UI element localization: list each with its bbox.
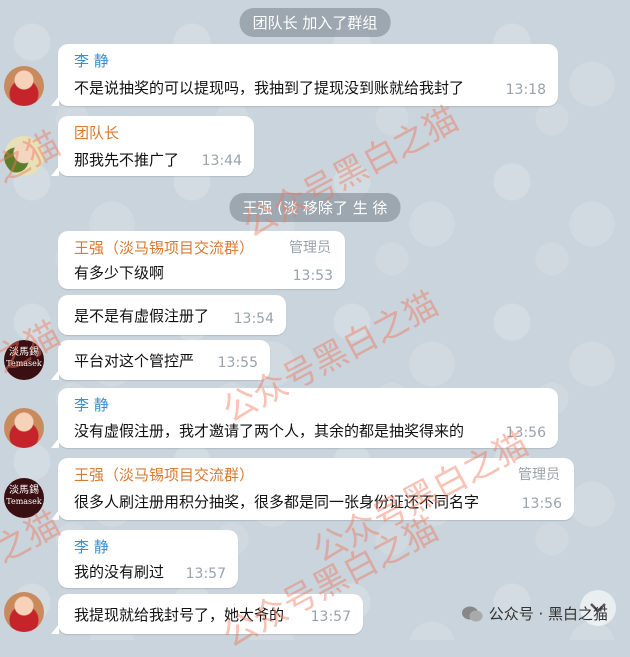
system-message: 团队长 加入了群组 [239,8,391,37]
message-text: 很多人刷注册用积分抽奖，很多都是同一张身份证还不同名字 [74,493,480,511]
avatar-text: Temasek [6,359,42,368]
avatar[interactable]: 淡馬錫 Temasek [4,340,44,380]
message-text: 我提现就给我封号了，她大爷的 [74,606,285,624]
message-time: 13:57 [310,609,351,625]
bubble-tail [51,510,59,520]
sender-name[interactable]: 王强（淡马锡项目交流群） [74,237,254,258]
avatar[interactable] [4,136,44,176]
message-time: 13:56 [505,425,546,441]
sender-name[interactable]: 团队长 [74,122,119,143]
sender-name[interactable]: 李 静 [74,536,109,557]
message-bubble[interactable]: 我提现就给我封号了，她大爷的 13:57 [51,594,363,634]
avatar[interactable] [4,66,44,106]
avatar-text: Temasek [6,497,42,506]
message-text: 是不是有虚假注册了 [74,307,210,325]
sender-name[interactable]: 李 静 [74,50,109,71]
message-bubble[interactable]: 团队长 那我先不推广了 13:44 [51,116,254,176]
message-time: 13:57 [185,566,226,582]
message-text: 那我先不推广了 [74,151,180,169]
message-time: 13:56 [521,496,562,512]
message-bubble[interactable]: 李 静 不是说抽奖的可以提现吗，我抽到了提现没到账就给我封了 13:18 [51,44,558,106]
message-time: 13:53 [292,268,333,284]
message-text: 平台对这个管控严 [74,352,195,370]
message-bubble[interactable]: 王强（淡马锡项目交流群） 管理员 有多少下级啊 13:53 [58,231,345,289]
message-bubble[interactable]: 是不是有虚假注册了 13:54 [58,295,286,335]
wechat-icon [461,606,483,621]
admin-badge: 管理员 [518,467,560,483]
bubble-tail [51,438,59,448]
bubble-tail [51,624,59,634]
sender-name[interactable]: 李 静 [74,394,109,415]
message-bubble[interactable]: 平台对这个管控严 13:55 [51,340,270,380]
message-time: 13:44 [201,153,242,169]
system-message: 王强 (淡 移除了 生 徐 [229,193,401,222]
message-bubble[interactable]: 王强（淡马锡项目交流群） 管理员 很多人刷注册用积分抽奖，很多都是同一张身份证还… [51,458,574,520]
sender-name[interactable]: 王强（淡马锡项目交流群） [74,464,254,485]
message-text: 不是说抽奖的可以提现吗，我抽到了提现没到账就给我封了 [74,79,465,97]
bubble-tail [51,370,59,380]
message-text: 没有虚假注册，我才邀请了两个人，其余的都是抽奖得来的 [74,422,465,440]
message-time: 13:54 [233,311,274,327]
message-text: 有多少下级啊 [74,264,165,282]
bubble-tail [51,96,59,106]
avatar[interactable] [4,592,44,632]
avatar[interactable] [4,408,44,448]
footer-text: 公众号 · 黑白之猫 [488,605,608,623]
bubble-tail [51,166,59,176]
message-time: 13:55 [217,355,258,371]
admin-badge: 管理员 [289,240,331,256]
footer-watermark: 公众号 · 黑白之猫 [461,603,608,624]
message-bubble[interactable]: 李 静 我的没有刷过 13:57 [58,530,238,588]
avatar[interactable]: 淡馬錫 Temasek [4,478,44,518]
message-time: 13:18 [505,82,546,98]
message-bubble[interactable]: 李 静 没有虚假注册，我才邀请了两个人，其余的都是抽奖得来的 13:56 [51,388,558,448]
message-text: 我的没有刷过 [74,563,165,581]
